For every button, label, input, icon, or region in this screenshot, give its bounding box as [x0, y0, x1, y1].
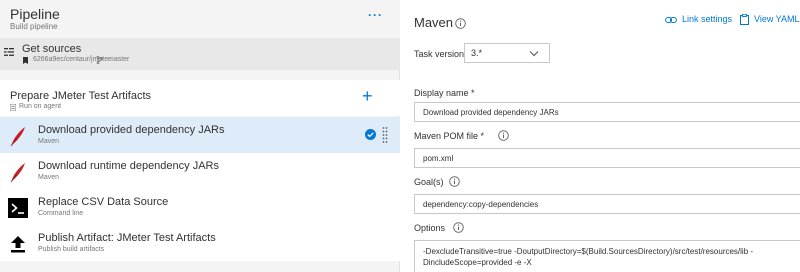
options-textarea[interactable]: -DexcludeTransitive=true -DoutputDirecto…: [414, 240, 800, 272]
task-details-panel: Maven Link settings View YAML Task versi…: [400, 0, 800, 272]
options-value: -DexcludeTransitive=true -DoutputDirecto…: [423, 247, 754, 267]
publish-upload-icon: [11, 236, 25, 253]
job-subtitle: Run on agent: [19, 103, 62, 110]
check-circle-icon: [365, 129, 376, 140]
maven-feather-icon: [10, 127, 25, 147]
command-line-icon: [8, 198, 28, 218]
view-yaml-button[interactable]: View YAML: [754, 14, 800, 24]
pipeline-header[interactable]: Pipeline Build pipeline ···: [0, 0, 400, 38]
info-icon[interactable]: [455, 18, 466, 29]
clipboard-icon: [740, 14, 749, 25]
pipeline-panel: Pipeline Build pipeline ··· Get sources …: [0, 0, 400, 272]
pom-file-label: Maven POM file *: [414, 131, 485, 141]
task-title: Replace CSV Data Source: [38, 196, 169, 208]
task-title: Download runtime dependency JARs: [38, 160, 219, 172]
pipeline-title: Pipeline: [10, 6, 60, 22]
get-sources-title: Get sources: [22, 43, 82, 55]
get-sources-item[interactable]: Get sources 6266a9ec/centaur/jmeter mast…: [0, 38, 400, 70]
task-details-title: Maven: [414, 15, 454, 30]
branch-icon: [96, 56, 103, 64]
more-options-button[interactable]: ···: [368, 8, 383, 22]
options-label: Options: [414, 223, 446, 233]
branch-name: master: [108, 56, 130, 63]
task-subtitle: Command line: [38, 210, 84, 217]
info-icon[interactable]: [449, 176, 460, 187]
task-title: Download provided dependency JARs: [38, 124, 225, 136]
maven-feather-icon: [10, 163, 25, 183]
task-item[interactable]: Replace CSV Data Source Command line: [0, 189, 400, 225]
task-version-select[interactable]: 3.*: [464, 43, 550, 63]
get-sources-icon: [4, 48, 14, 56]
drag-handle-icon[interactable]: [382, 126, 388, 144]
info-icon[interactable]: [498, 130, 509, 141]
task-subtitle: Maven: [38, 174, 60, 181]
chevron-down-icon: [529, 51, 539, 57]
agent-icon: [10, 104, 16, 111]
job-title: Prepare JMeter Test Artifacts: [10, 90, 152, 102]
link-settings-button[interactable]: Link settings: [682, 14, 732, 24]
repo-icon: [23, 57, 28, 64]
goals-label: Goal(s): [414, 177, 444, 187]
task-item[interactable]: Download provided dependency JARs Maven: [0, 117, 400, 153]
add-task-button[interactable]: +: [362, 87, 373, 105]
goals-value: dependency:copy-dependencies: [423, 200, 539, 209]
display-name-input[interactable]: Download provided dependency JARs: [414, 102, 800, 122]
task-version-value: 3.*: [471, 48, 483, 58]
pom-file-value: pom.xml: [423, 154, 454, 163]
task-title: Publish Artifact: JMeter Test Artifacts: [38, 232, 216, 244]
display-name-value: Download provided dependency JARs: [423, 108, 559, 117]
task-subtitle: Publish build artifacts: [38, 246, 105, 253]
info-icon[interactable]: [453, 222, 464, 233]
agent-job[interactable]: Prepare JMeter Test Artifacts Run on age…: [0, 80, 400, 116]
display-name-label: Display name *: [414, 88, 475, 98]
pipeline-subtitle: Build pipeline: [10, 22, 58, 31]
task-version-label: Task version: [414, 49, 465, 59]
task-item[interactable]: Download runtime dependency JARs Maven: [0, 153, 400, 189]
pom-file-input[interactable]: pom.xml: [414, 148, 800, 168]
task-subtitle: Maven: [38, 138, 60, 145]
link-icon: [665, 17, 677, 23]
goals-input[interactable]: dependency:copy-dependencies: [414, 194, 800, 214]
task-item[interactable]: Publish Artifact: JMeter Test Artifacts …: [0, 225, 400, 261]
